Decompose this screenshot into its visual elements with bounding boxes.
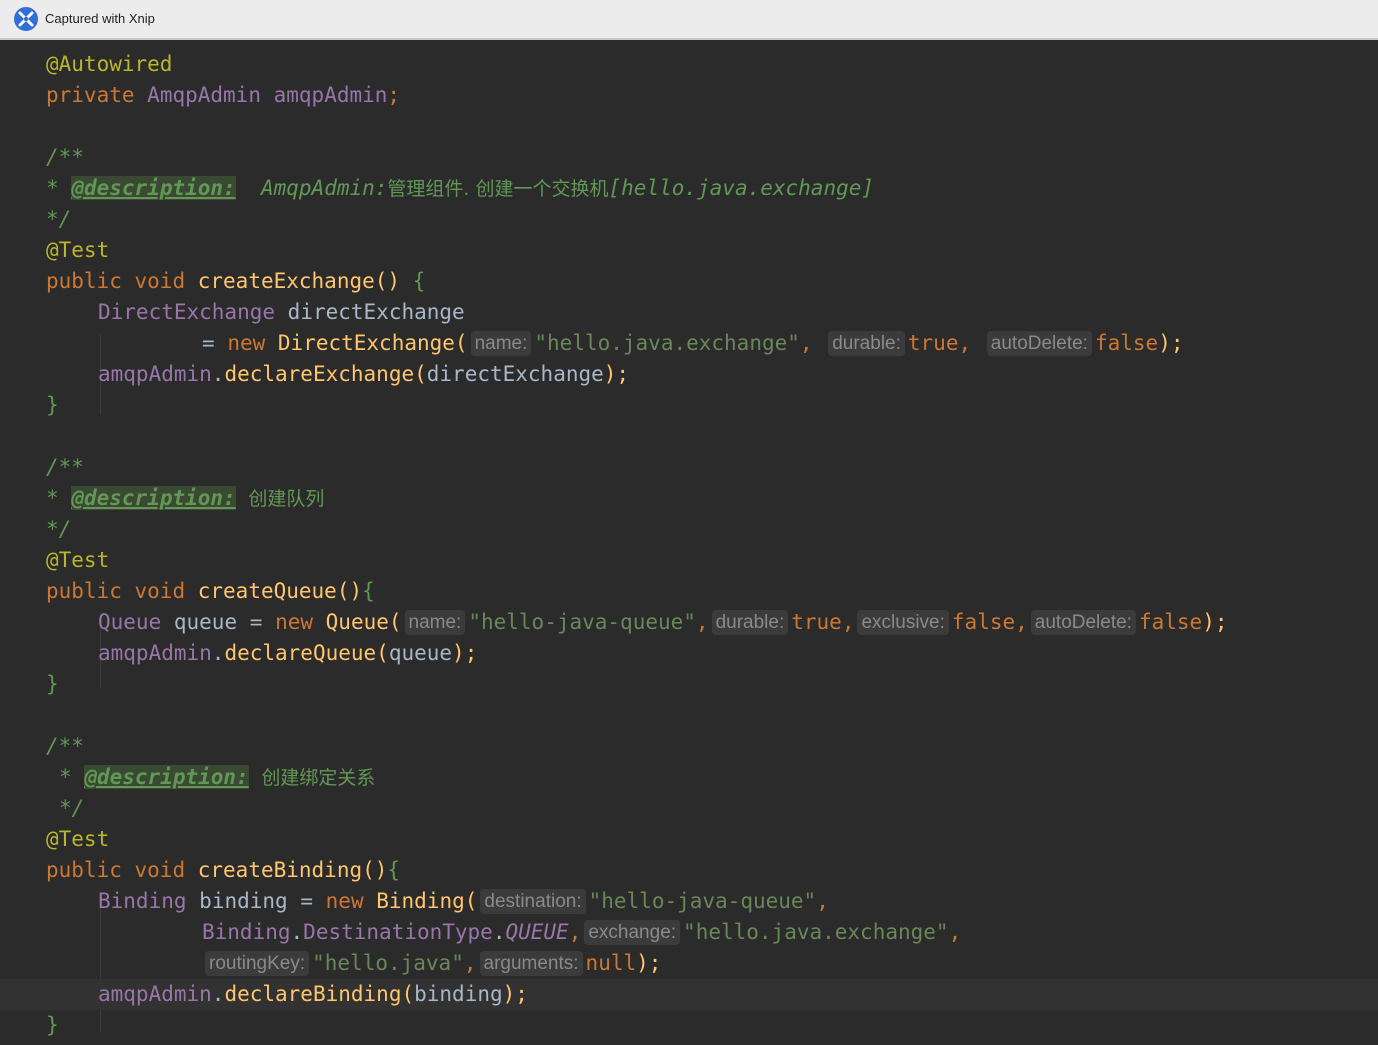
comment-line: */ [46, 207, 72, 231]
parameter-hint: durable: [711, 610, 789, 635]
code-line: } [46, 393, 59, 417]
code-editor[interactable]: @Autowired private AmqpAdmin amqpAdmin; … [0, 40, 1378, 1045]
code-line: public void createBinding(){ [46, 858, 401, 882]
comment-line: * @description: 创建队列 [46, 486, 325, 510]
code-line: amqpAdmin.declareQueue(queue); [98, 641, 478, 665]
window-titlebar: Captured with Xnip [0, 0, 1378, 40]
code-line: @Test [46, 238, 110, 262]
comment-line: /** [46, 145, 84, 169]
code-line: amqpAdmin.declareExchange(directExchange… [98, 362, 630, 386]
code-line: Binding.DestinationType.QUEUE, exchange: "… [202, 920, 962, 945]
current-line: amqpAdmin.declareBinding(binding); [0, 979, 1378, 1010]
parameter-hint: arguments: [479, 951, 583, 976]
window-title: Captured with Xnip [45, 11, 155, 26]
doc-tag: @description: [84, 765, 249, 789]
code-line: @Test [46, 827, 110, 851]
code-line: public void createQueue(){ [46, 579, 375, 603]
comment-line: */ [59, 796, 85, 820]
comment-line: /** [46, 455, 84, 479]
parameter-hint: routingKey: [205, 951, 310, 976]
code-line: routingKey: "hello.java", arguments: null); [202, 948, 661, 979]
parameter-hint: name: [404, 610, 466, 635]
comment-line: * @description: AmqpAdmin:管理组件. 创建一个交换机[… [46, 176, 875, 200]
comment-line: * @description: 创建绑定关系 [59, 765, 376, 789]
parameter-hint: durable: [828, 331, 905, 356]
code-line: = new DirectExchange(name: "hello.java.ex… [202, 331, 1184, 356]
parameter-hint: exchange: [584, 920, 681, 945]
xnip-logo-icon [14, 7, 38, 31]
code-line: } [46, 1013, 59, 1037]
code-line: @Test [46, 548, 110, 572]
code-line: public void createExchange() { [46, 269, 426, 293]
parameter-hint: name: [470, 331, 532, 356]
code-line: Binding binding = new Binding(destinatio… [98, 889, 829, 914]
comment-line: /** [46, 734, 84, 758]
code-line: } [46, 672, 59, 696]
code-line: Queue queue = new Queue(name: "hello-java… [98, 610, 1228, 635]
code-line: DirectExchange directExchange [98, 300, 465, 324]
code-line: @Autowired [46, 52, 173, 76]
parameter-hint: autoDelete: [1030, 610, 1136, 635]
parameter-hint: destination: [480, 889, 586, 914]
doc-tag: @description: [71, 176, 236, 200]
parameter-hint: autoDelete: [986, 331, 1092, 356]
parameter-hint: exclusive: [857, 610, 949, 635]
code-line: private AmqpAdmin amqpAdmin; [46, 83, 401, 107]
doc-tag: @description: [71, 486, 236, 510]
comment-line: */ [46, 517, 72, 541]
